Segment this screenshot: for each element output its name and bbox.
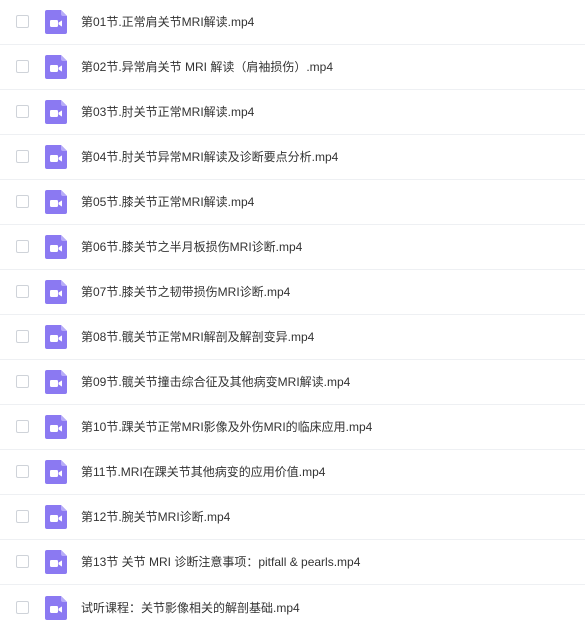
file-name[interactable]: 第10节.踝关节正常MRI影像及外伤MRI的临床应用.mp4 bbox=[81, 419, 372, 435]
file-name[interactable]: 第13节 关节 MRI 诊断注意事项：pitfall & pearls.mp4 bbox=[81, 554, 360, 570]
file-row[interactable]: 第01节.正常肩关节MRI解读.mp4 bbox=[0, 0, 585, 45]
file-name[interactable]: 试听课程：关节影像相关的解剖基础.mp4 bbox=[81, 600, 300, 616]
file-row[interactable]: 第02节.异常肩关节 MRI 解读（肩袖损伤）.mp4 bbox=[0, 45, 585, 90]
row-checkbox[interactable] bbox=[16, 330, 29, 343]
file-name[interactable]: 第12节.腕关节MRI诊断.mp4 bbox=[81, 509, 230, 525]
row-checkbox[interactable] bbox=[16, 375, 29, 388]
file-row[interactable]: 第07节.膝关节之韧带损伤MRI诊断.mp4 bbox=[0, 270, 585, 315]
video-file-icon bbox=[45, 235, 67, 259]
video-file-icon bbox=[45, 505, 67, 529]
video-file-icon bbox=[45, 595, 67, 620]
row-checkbox[interactable] bbox=[16, 105, 29, 118]
file-row[interactable]: 第04节.肘关节异常MRI解读及诊断要点分析.mp4 bbox=[0, 135, 585, 180]
file-row[interactable]: 第06节.膝关节之半月板损伤MRI诊断.mp4 bbox=[0, 225, 585, 270]
row-checkbox[interactable] bbox=[16, 60, 29, 73]
file-row[interactable]: 第08节.髋关节正常MRI解剖及解剖变异.mp4 bbox=[0, 315, 585, 360]
file-row[interactable]: 第03节.肘关节正常MRI解读.mp4 bbox=[0, 90, 585, 135]
file-name[interactable]: 第04节.肘关节异常MRI解读及诊断要点分析.mp4 bbox=[81, 149, 338, 165]
video-file-icon bbox=[45, 100, 67, 124]
file-name[interactable]: 第11节.MRI在踝关节其他病变的应用价值.mp4 bbox=[81, 464, 325, 480]
video-file-icon bbox=[45, 10, 67, 34]
video-file-icon bbox=[45, 370, 67, 394]
row-checkbox[interactable] bbox=[16, 555, 29, 568]
video-file-icon bbox=[45, 280, 67, 304]
row-checkbox[interactable] bbox=[16, 600, 29, 614]
file-row[interactable]: 第09节.髋关节撞击综合征及其他病变MRI解读.mp4 bbox=[0, 360, 585, 405]
row-checkbox[interactable] bbox=[16, 420, 29, 433]
video-file-icon bbox=[45, 550, 67, 574]
file-name[interactable]: 第09节.髋关节撞击综合征及其他病变MRI解读.mp4 bbox=[81, 374, 350, 390]
file-name[interactable]: 第06节.膝关节之半月板损伤MRI诊断.mp4 bbox=[81, 239, 302, 255]
file-name[interactable]: 第07节.膝关节之韧带损伤MRI诊断.mp4 bbox=[81, 284, 290, 300]
file-name[interactable]: 第05节.膝关节正常MRI解读.mp4 bbox=[81, 194, 254, 210]
video-file-icon bbox=[45, 55, 67, 79]
file-row[interactable]: 第10节.踝关节正常MRI影像及外伤MRI的临床应用.mp4 bbox=[0, 405, 585, 450]
row-checkbox[interactable] bbox=[16, 15, 29, 28]
file-list: 第01节.正常肩关节MRI解读.mp4 第02节.异常肩关节 MRI 解读（肩袖… bbox=[0, 0, 585, 623]
row-checkbox[interactable] bbox=[16, 465, 29, 478]
file-name[interactable]: 第08节.髋关节正常MRI解剖及解剖变异.mp4 bbox=[81, 329, 314, 345]
file-row[interactable]: 第12节.腕关节MRI诊断.mp4 bbox=[0, 495, 585, 540]
file-name[interactable]: 第01节.正常肩关节MRI解读.mp4 bbox=[81, 14, 254, 30]
file-row[interactable]: 第13节 关节 MRI 诊断注意事项：pitfall & pearls.mp4 bbox=[0, 540, 585, 585]
video-file-icon bbox=[45, 460, 67, 484]
file-row[interactable]: 试听课程：关节影像相关的解剖基础.mp4 bbox=[0, 585, 585, 623]
file-row[interactable]: 第11节.MRI在踝关节其他病变的应用价值.mp4 bbox=[0, 450, 585, 495]
file-name[interactable]: 第03节.肘关节正常MRI解读.mp4 bbox=[81, 104, 254, 120]
row-checkbox[interactable] bbox=[16, 510, 29, 523]
file-name[interactable]: 第02节.异常肩关节 MRI 解读（肩袖损伤）.mp4 bbox=[81, 59, 333, 75]
row-checkbox[interactable] bbox=[16, 240, 29, 253]
video-file-icon bbox=[45, 325, 67, 349]
row-checkbox[interactable] bbox=[16, 150, 29, 163]
video-file-icon bbox=[45, 190, 67, 214]
file-row[interactable]: 第05节.膝关节正常MRI解读.mp4 bbox=[0, 180, 585, 225]
video-file-icon bbox=[45, 145, 67, 169]
video-file-icon bbox=[45, 415, 67, 439]
row-checkbox[interactable] bbox=[16, 285, 29, 298]
row-checkbox[interactable] bbox=[16, 195, 29, 208]
